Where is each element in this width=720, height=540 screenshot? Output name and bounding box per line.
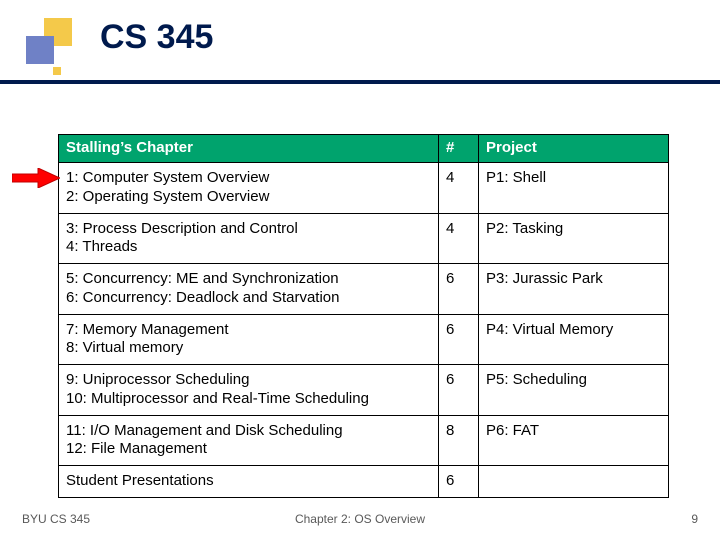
cell-chapter: 11: I/O Management and Disk Scheduling12… bbox=[59, 415, 439, 466]
cell-num: 8 bbox=[439, 415, 479, 466]
title-underline bbox=[0, 80, 720, 84]
cell-project: P2: Tasking bbox=[479, 213, 669, 264]
footer-page-number: 9 bbox=[691, 512, 698, 526]
decor-square-yellow-small bbox=[53, 67, 61, 75]
cell-chapter: 5: Concurrency: ME and Synchronization6:… bbox=[59, 264, 439, 315]
table-row: 9: Uniprocessor Scheduling10: Multiproce… bbox=[59, 365, 669, 416]
table-row: 7: Memory Management8: Virtual memory6P4… bbox=[59, 314, 669, 365]
cell-num: 4 bbox=[439, 213, 479, 264]
course-table: Stalling’s Chapter # Project 1: Computer… bbox=[58, 134, 668, 498]
table-row: 3: Process Description and Control4: Thr… bbox=[59, 213, 669, 264]
cell-chapter: 1: Computer System Overview2: Operating … bbox=[59, 163, 439, 214]
cell-chapter: 3: Process Description and Control4: Thr… bbox=[59, 213, 439, 264]
cell-project: P1: Shell bbox=[479, 163, 669, 214]
cell-num: 6 bbox=[439, 365, 479, 416]
cell-project: P4: Virtual Memory bbox=[479, 314, 669, 365]
page-title: CS 345 bbox=[100, 18, 213, 57]
table-row: Student Presentations6 bbox=[59, 466, 669, 498]
cell-num: 6 bbox=[439, 264, 479, 315]
col-header-chapter: Stalling’s Chapter bbox=[59, 135, 439, 163]
decor-square-blue bbox=[26, 36, 54, 64]
col-header-project: Project bbox=[479, 135, 669, 163]
cell-num: 4 bbox=[439, 163, 479, 214]
cell-project: P3: Jurassic Park bbox=[479, 264, 669, 315]
col-header-num: # bbox=[439, 135, 479, 163]
cell-num: 6 bbox=[439, 314, 479, 365]
cell-project: P6: FAT bbox=[479, 415, 669, 466]
cell-chapter: 9: Uniprocessor Scheduling10: Multiproce… bbox=[59, 365, 439, 416]
cell-chapter: 7: Memory Management8: Virtual memory bbox=[59, 314, 439, 365]
cell-chapter: Student Presentations bbox=[59, 466, 439, 498]
footer-center: Chapter 2: OS Overview bbox=[0, 512, 720, 526]
table-row: 5: Concurrency: ME and Synchronization6:… bbox=[59, 264, 669, 315]
slide: CS 345 Stalling’s Chapter # Project 1: C… bbox=[0, 0, 720, 540]
arrow-right-icon bbox=[12, 168, 60, 188]
table-row: 1: Computer System Overview2: Operating … bbox=[59, 163, 669, 214]
cell-num: 6 bbox=[439, 466, 479, 498]
cell-project: P5: Scheduling bbox=[479, 365, 669, 416]
table-row: 11: I/O Management and Disk Scheduling12… bbox=[59, 415, 669, 466]
table-header-row: Stalling’s Chapter # Project bbox=[59, 135, 669, 163]
cell-project bbox=[479, 466, 669, 498]
